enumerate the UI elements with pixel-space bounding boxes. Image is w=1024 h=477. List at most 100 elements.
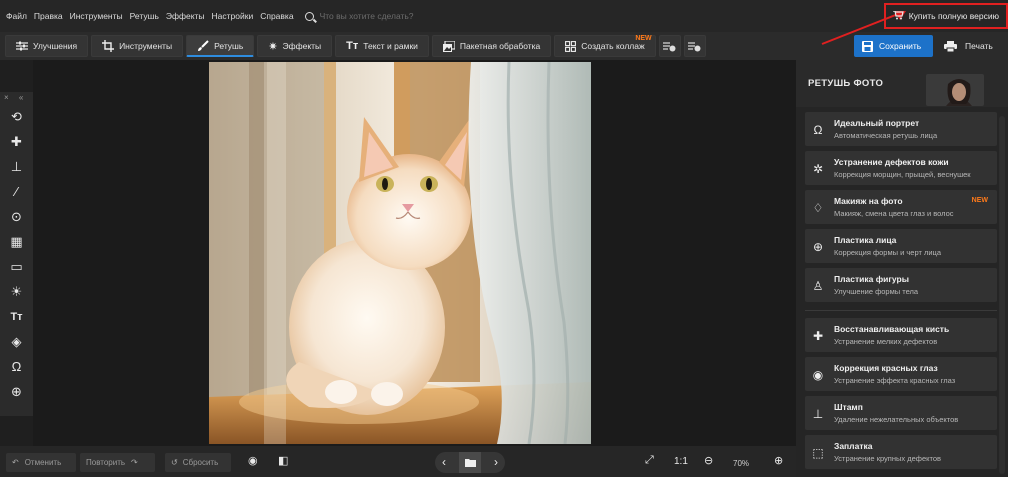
images-icon [442, 40, 455, 52]
list-settings-button[interactable] [658, 35, 681, 57]
sparkle-icon: ✷ [268, 40, 278, 53]
healing-patch-icon[interactable]: ✚ [0, 129, 33, 154]
face-plastic-icon[interactable]: ⊕ [0, 379, 33, 404]
app-window: Файл Правка Инструменты Ретушь Эффекты Н… [0, 0, 1008, 477]
card-figure-plastic[interactable]: ♙ Пластика фигуры Улучшение формы тела [805, 268, 997, 302]
card-title: Макияж на фото [834, 196, 903, 206]
tab-enhance-label: Улучшения [33, 41, 78, 51]
zoom-out-icon[interactable]: ⊖ [704, 454, 713, 467]
redo-button[interactable]: Повторить ↷ [80, 453, 155, 472]
sliders-icon [16, 41, 28, 51]
panel-header-image [926, 74, 984, 106]
tab-text-frames-label: Текст и рамки [363, 41, 418, 51]
card-subtitle: Устранение эффекта красных глаз [834, 376, 956, 385]
card-title: Коррекция красных глаз [834, 363, 938, 373]
card-healing-brush[interactable]: ✚ Восстанавливающая кисть Устранение мел… [805, 318, 997, 352]
portrait-icon: Ω [813, 123, 823, 137]
card-title: Восстанавливающая кисть [834, 324, 950, 334]
panel-header: РЕТУШЬ ФОТО [796, 60, 1008, 107]
skin-icon: ✲ [812, 162, 824, 176]
eye-icon[interactable]: ◉ [248, 454, 258, 467]
redo-icon: ↷ [131, 458, 138, 467]
makeup-icon: ♢ [812, 201, 824, 215]
gradient-icon[interactable]: ▦ [0, 229, 33, 254]
next-image-icon[interactable]: › [494, 455, 498, 469]
batch-processing-button[interactable]: Пакетная обработка [431, 35, 552, 57]
light-icon[interactable]: ☀ [0, 279, 33, 304]
list-info-button[interactable] [683, 35, 706, 57]
menu-help[interactable]: Справка [260, 11, 293, 21]
card-subtitle: Удаление нежелательных объектов [834, 415, 959, 424]
tab-retouch[interactable]: Ретушь [186, 35, 255, 57]
tab-tools[interactable]: Инструменты [91, 35, 184, 57]
menu-retouch[interactable]: Ретушь [130, 11, 159, 21]
card-skin-defects[interactable]: ✲ Устранение дефектов кожи Коррекция мор… [805, 151, 997, 185]
card-title: Пластика лица [834, 235, 897, 245]
fit-screen-icon[interactable]: ⤢ [645, 454, 654, 467]
buy-full-version-button[interactable]: Купить полную версию [892, 10, 999, 21]
undo-button[interactable]: ↶ Отменить [6, 453, 76, 472]
portrait-icon[interactable]: Ω [0, 354, 33, 379]
stamp-icon[interactable]: ⊥ [0, 154, 33, 179]
card-patch[interactable]: ⬚ Заплатка Устранение крупных дефектов [805, 435, 997, 469]
retouch-panel: РЕТУШЬ ФОТО Ω Идеальный портрет Автомати… [796, 60, 1008, 477]
crop-icon [102, 40, 115, 52]
panel-scrollbar[interactable] [999, 116, 1005, 474]
menu-edit[interactable]: Правка [34, 11, 63, 21]
reset-button[interactable]: ↺ Сбросить [165, 453, 231, 472]
menu-tools[interactable]: Инструменты [70, 11, 123, 21]
vignette-icon[interactable]: ▭ [0, 254, 33, 279]
card-red-eye[interactable]: ◉ Коррекция красных глаз Устранение эффе… [805, 357, 997, 391]
reset-icon: ↺ [171, 458, 178, 467]
photo-canvas[interactable] [209, 62, 591, 444]
tab-text-frames[interactable]: Tт Текст и рамки [335, 35, 429, 57]
eye-icon: ◉ [812, 368, 824, 382]
tools-panel-header[interactable]: × « [0, 92, 33, 104]
card-face-plastic[interactable]: ⊕ Пластика лица Коррекция формы и черт л… [805, 229, 997, 263]
folder-icon[interactable] [459, 452, 481, 473]
menu-file[interactable]: Файл [6, 11, 27, 21]
compare-icon[interactable]: ◧ [278, 454, 288, 467]
patch-icon: ⬚ [812, 446, 824, 460]
fill-icon[interactable]: ◈ [0, 329, 33, 354]
card-subtitle: Коррекция формы и черт лица [834, 248, 942, 257]
bottom-bar: ↶ Отменить Повторить ↷ ↺ Сбросить ◉ ◧ ‹ … [0, 446, 796, 477]
collage-icon [565, 40, 577, 52]
card-title: Идеальный портрет [834, 118, 920, 128]
card-subtitle: Макияж, смена цвета глаз и волос [834, 209, 954, 218]
search-box [304, 11, 460, 21]
create-collage-button[interactable]: Создать коллаж NEW [554, 35, 656, 57]
ratio-button[interactable]: 1:1 [674, 456, 688, 467]
card-perfect-portrait[interactable]: Ω Идеальный портрет Автоматическая ретуш… [805, 112, 997, 146]
cat-photo [209, 62, 591, 444]
menu-effects[interactable]: Эффекты [166, 11, 205, 21]
tab-effects[interactable]: ✷ Эффекты [257, 35, 333, 57]
text-icon: Tт [346, 40, 359, 52]
text-icon[interactable]: Tт [0, 304, 33, 329]
list-gear-icon [663, 41, 676, 51]
card-title: Штамп [834, 402, 863, 412]
tab-enhance[interactable]: Улучшения [5, 35, 89, 57]
prev-image-icon[interactable]: ‹ [442, 455, 446, 469]
rotate-icon[interactable]: ⟲ [0, 104, 33, 129]
buy-label: Купить полную версию [908, 10, 999, 21]
tools-panel: × « ⟲ ✚ ⊥ ⁄ ⊙ ▦ ▭ ☀ Tт ◈ Ω ⊕ [0, 92, 33, 416]
face-icon: ⊕ [812, 240, 824, 254]
print-button[interactable]: Печать [938, 35, 1002, 57]
card-stamp[interactable]: ⊥ Штамп Удаление нежелательных объектов [805, 396, 997, 430]
annotation-highlight-box: Купить полную версию [883, 3, 1008, 29]
search-icon[interactable] [304, 11, 314, 21]
zoom-in-icon[interactable]: ⊕ [774, 454, 783, 467]
radial-icon[interactable]: ⊙ [0, 204, 33, 229]
healing-icon: ✚ [812, 329, 824, 343]
undo-label: Отменить [24, 458, 62, 467]
menu-settings[interactable]: Настройки [212, 11, 254, 21]
panel-title: РЕТУШЬ ФОТО [808, 78, 884, 89]
panel-divider [805, 310, 997, 311]
search-input[interactable] [319, 11, 460, 21]
card-makeup[interactable]: ♢ Макияж на фото Макияж, смена цвета гла… [805, 190, 997, 224]
cart-icon [892, 11, 904, 20]
brush-icon[interactable]: ⁄ [0, 179, 33, 204]
brush-icon [198, 39, 209, 51]
card-title: Пластика фигуры [834, 274, 909, 284]
